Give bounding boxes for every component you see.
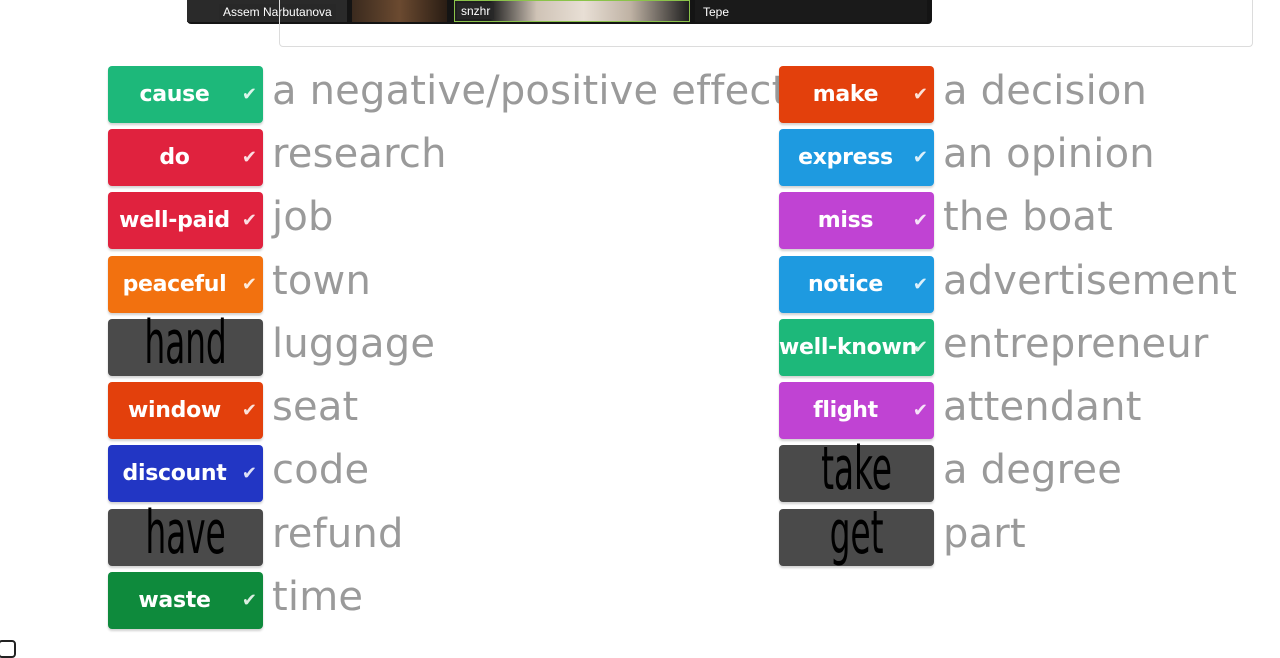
word-tile-label: make — [812, 82, 879, 107]
match-row: express ✔ an opinion — [0, 129, 1280, 186]
check-icon: ✔ — [912, 210, 928, 231]
check-icon: ✔ — [912, 84, 928, 105]
match-row: make ✔ a decision — [0, 66, 1280, 123]
match-row: get part — [0, 503, 1280, 566]
word-tile[interactable]: waste ✔ — [108, 572, 263, 629]
phrase-text: attendant — [943, 384, 1142, 430]
check-icon: ✔ — [912, 337, 928, 358]
phrase-text: entrepreneur — [943, 321, 1209, 367]
check-icon: ✔ — [241, 590, 257, 611]
match-row: take a degree — [0, 439, 1280, 502]
word-tile-label: well-known — [779, 335, 917, 360]
word-tile[interactable]: flight ✔ — [779, 382, 934, 439]
content-panel-edge — [279, 0, 1253, 47]
word-tile[interactable]: notice ✔ — [779, 256, 934, 313]
word-tile-label: notice — [808, 272, 883, 297]
word-tile[interactable]: get — [779, 503, 934, 566]
check-icon: ✔ — [912, 147, 928, 168]
word-tile[interactable]: take — [779, 439, 934, 502]
word-tile[interactable]: express ✔ — [779, 129, 934, 186]
word-tile[interactable]: make ✔ — [779, 66, 934, 123]
phrase-text: a degree — [943, 447, 1123, 493]
match-row: miss ✔ the boat — [0, 192, 1280, 249]
phrase-text: advertisement — [943, 258, 1238, 304]
word-tile-label: miss — [817, 208, 874, 233]
word-tile-label: flight — [813, 398, 878, 423]
corner-icon — [0, 640, 16, 658]
word-tile[interactable]: miss ✔ — [779, 192, 934, 249]
match-row: notice ✔ advertisement — [0, 256, 1280, 313]
phrase-text: the boat — [943, 194, 1114, 240]
phrase-text: part — [943, 511, 1026, 557]
phrase-text: a decision — [943, 68, 1148, 114]
phrase-text: an opinion — [943, 131, 1155, 177]
phrase-text: time — [272, 574, 364, 620]
word-tile-label: get — [829, 498, 884, 568]
match-row: waste ✔ time — [0, 572, 1280, 629]
check-icon: ✔ — [912, 400, 928, 421]
match-row: flight ✔ attendant — [0, 382, 1280, 439]
check-icon: ✔ — [912, 274, 928, 295]
word-tile-label: take — [821, 434, 892, 504]
word-tile-label: waste — [138, 588, 211, 613]
match-row: well-known ✔ entrepreneur — [0, 319, 1280, 376]
word-tile-label: express — [798, 145, 893, 170]
word-tile[interactable]: well-known ✔ — [779, 319, 934, 376]
